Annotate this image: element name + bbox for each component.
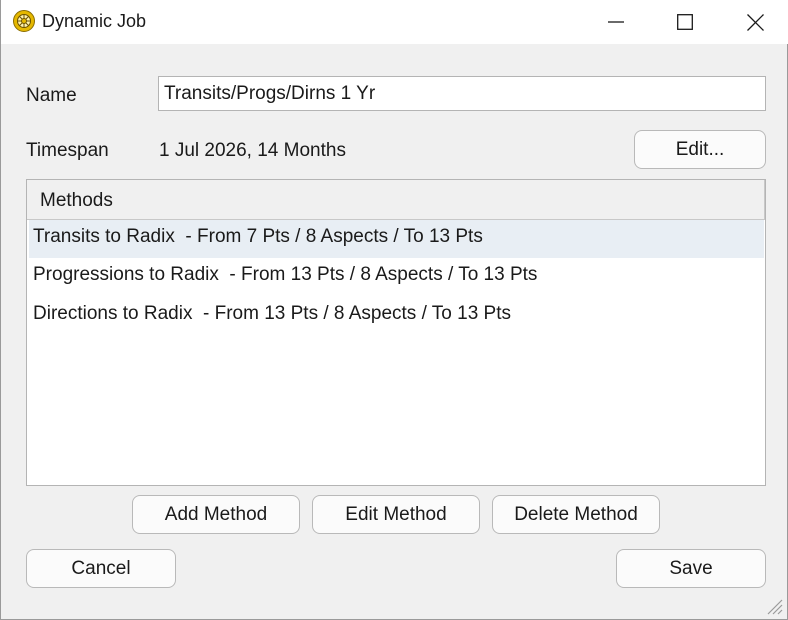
methods-header-label: Methods bbox=[40, 190, 113, 211]
name-label: Name bbox=[26, 85, 77, 106]
minimize-icon bbox=[608, 21, 624, 23]
delete-method-button[interactable]: Delete Method bbox=[492, 495, 660, 534]
resize-grip-icon[interactable] bbox=[765, 597, 783, 615]
method-row-label: Directions to Radix - From 13 Pts / 8 As… bbox=[33, 303, 512, 324]
dynamic-job-window: Dynamic Job Name Timespan 1 Jul 2026, 14… bbox=[0, 0, 788, 620]
method-row[interactable]: Directions to Radix - From 13 Pts / 8 As… bbox=[29, 297, 764, 335]
method-row-label: Progressions to Radix - From 13 Pts / 8 … bbox=[33, 264, 538, 285]
maximize-button[interactable] bbox=[655, 0, 715, 44]
add-method-button[interactable]: Add Method bbox=[132, 495, 300, 534]
maximize-icon bbox=[677, 14, 693, 30]
method-row[interactable]: Progressions to Radix - From 13 Pts / 8 … bbox=[29, 258, 764, 296]
method-row-label: Transits to Radix - From 7 Pts / 8 Aspec… bbox=[33, 226, 483, 247]
window-title: Dynamic Job bbox=[42, 11, 147, 31]
cancel-button[interactable]: Cancel bbox=[26, 549, 176, 588]
minimize-button[interactable] bbox=[586, 0, 646, 44]
title-bar[interactable]: Dynamic Job bbox=[1, 0, 788, 44]
edit-timespan-button[interactable]: Edit... bbox=[634, 130, 766, 169]
edit-method-button[interactable]: Edit Method bbox=[312, 495, 480, 534]
timespan-label: Timespan bbox=[26, 140, 109, 161]
column-divider bbox=[764, 180, 765, 219]
close-icon bbox=[746, 13, 764, 31]
methods-list[interactable]: Methods Transits to Radix - From 7 Pts /… bbox=[26, 179, 766, 486]
sun-wheel-icon bbox=[13, 10, 35, 32]
methods-column-header[interactable]: Methods bbox=[27, 180, 765, 220]
method-row[interactable]: Transits to Radix - From 7 Pts / 8 Aspec… bbox=[29, 220, 764, 258]
close-button[interactable] bbox=[725, 0, 785, 44]
save-button[interactable]: Save bbox=[616, 549, 766, 588]
timespan-value: 1 Jul 2026, 14 Months bbox=[159, 140, 346, 161]
name-input[interactable] bbox=[158, 76, 766, 111]
